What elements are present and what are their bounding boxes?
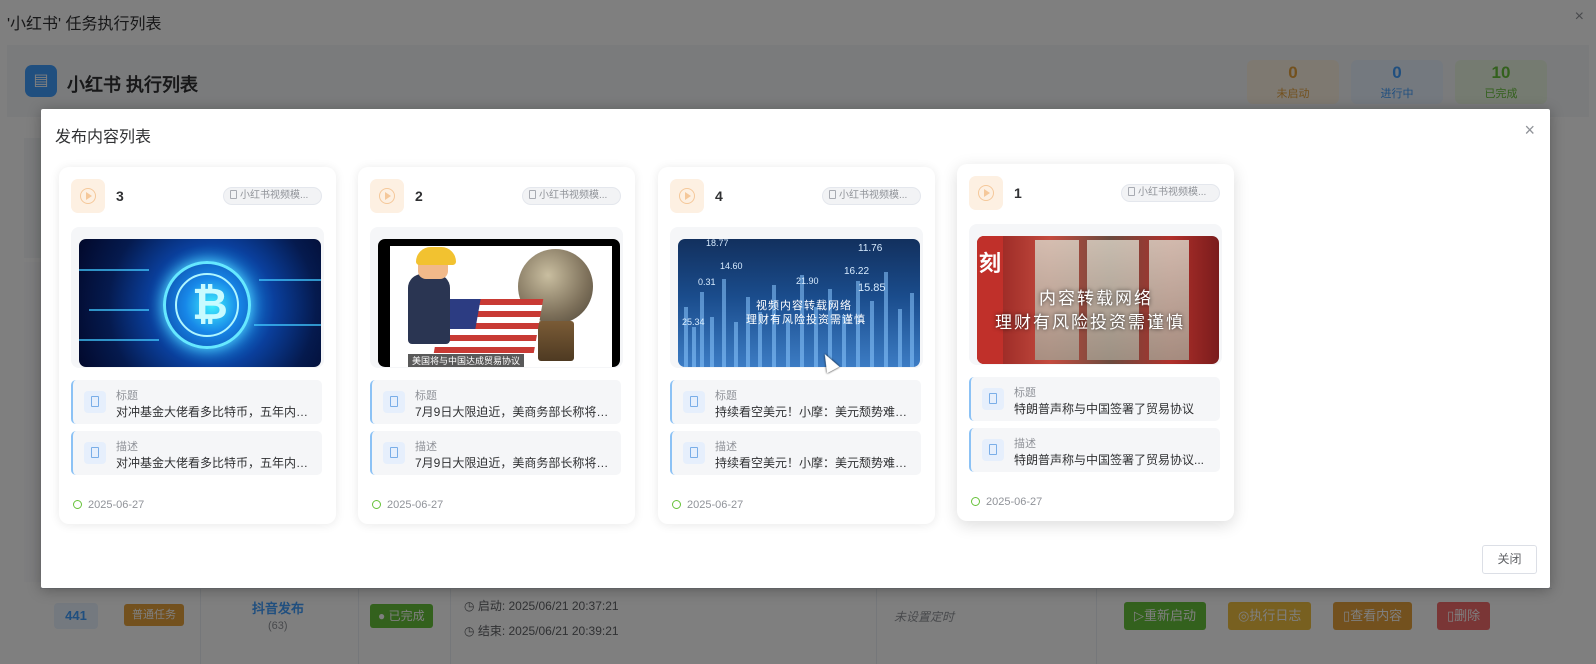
title-box: 标题 特朗普声称与中国签署了贸易协议 [969, 377, 1220, 421]
clock-icon [372, 500, 381, 509]
document-icon [84, 442, 106, 464]
stock-number: 15.85 [858, 282, 886, 294]
card-number: 1 [1014, 185, 1022, 201]
card-number: 3 [116, 188, 124, 204]
publish-content-dialog: 发布内容列表 × 3 小红书视频模... ₿ 标题 对冲基金大佬看多比特币，五年… [41, 109, 1550, 588]
description-value: 7月9日大限迫近，美商务部长称将与... [415, 456, 615, 470]
video-play-icon [71, 179, 105, 213]
video-thumbnail[interactable]: ₿ [71, 227, 324, 368]
dialog-title: 发布内容列表 [55, 129, 152, 146]
description-label: 描述 [715, 441, 737, 453]
bitcoin-image: ₿ [79, 239, 321, 367]
card-date: 2025-06-27 [73, 499, 144, 511]
stock-number: 14.60 [720, 261, 743, 271]
description-label: 描述 [116, 441, 138, 453]
date-text: 2025-06-27 [687, 499, 744, 511]
close-button[interactable]: 关闭 [1482, 545, 1537, 574]
document-icon [230, 190, 237, 199]
document-icon [982, 388, 1004, 410]
title-label: 标题 [715, 390, 737, 402]
document-icon [529, 190, 536, 199]
document-icon [683, 442, 705, 464]
stock-number: 18.77 [706, 239, 729, 248]
description-value: 持续看空美元！小摩：美元颓势难逆... [715, 456, 915, 470]
close-icon[interactable]: × [1524, 120, 1535, 141]
document-icon [683, 391, 705, 413]
document-icon [383, 391, 405, 413]
clock-icon [971, 497, 980, 506]
description-label: 描述 [1014, 438, 1036, 450]
image-overlay-text: 内容转载网络 [1039, 289, 1153, 309]
content-card[interactable]: 3 小红书视频模... ₿ 标题 对冲基金大佬看多比特币，五年内总... 描述 … [59, 167, 336, 524]
card-number: 4 [715, 188, 723, 204]
description-box: 描述 对冲基金大佬看多比特币，五年内总... [71, 431, 322, 475]
video-play-icon [670, 179, 704, 213]
video-play-icon [969, 176, 1003, 210]
title-value: 持续看空美元！小摩：美元颓势难逆... [715, 405, 915, 419]
title-value: 7月9日大限迫近，美商务部长称将与... [415, 405, 615, 419]
document-icon [1128, 187, 1135, 196]
title-value: 对冲基金大佬看多比特币，五年内总... [116, 405, 316, 419]
content-card[interactable]: 1 小红书视频模... 刻 内容转载网络 理财有风险投资需谨慎 标题 特朗普声称… [957, 164, 1234, 521]
card-date: 2025-06-27 [971, 496, 1042, 508]
video-thumbnail[interactable]: 18.77 14.60 0.31 21.90 11.76 16.22 15.85… [670, 227, 923, 368]
video-thumbnail[interactable]: 美国将与中国达成贸易协议 [370, 227, 623, 368]
title-box: 标题 对冲基金大佬看多比特币，五年内总... [71, 380, 322, 424]
title-value: 特朗普声称与中国签署了贸易协议 [1014, 402, 1195, 416]
description-value: 特朗普声称与中国签署了贸易协议... [1014, 453, 1205, 467]
template-badge: 小红书视频模... [822, 187, 921, 205]
content-card[interactable]: 4 小红书视频模... 18.77 14.60 0.31 21.90 11.76… [658, 167, 935, 524]
stock-number: 0.31 [698, 277, 716, 287]
bitcoin-icon: ₿ [192, 279, 228, 330]
video-thumbnail[interactable]: 刻 内容转载网络 理财有风险投资需谨慎 [969, 224, 1222, 365]
image-overlay-text: 理财有风险投资需谨慎 [995, 313, 1185, 333]
date-text: 2025-06-27 [387, 499, 444, 511]
card-date: 2025-06-27 [372, 499, 443, 511]
title-label: 标题 [116, 390, 138, 402]
stock-number: 21.90 [796, 276, 819, 286]
template-label: 小红书视频模... [839, 190, 908, 201]
title-label: 标题 [1014, 387, 1036, 399]
template-badge: 小红书视频模... [223, 187, 322, 205]
template-label: 小红书视频模... [240, 190, 309, 201]
clock-icon [73, 500, 82, 509]
date-text: 2025-06-27 [88, 499, 145, 511]
document-icon [383, 442, 405, 464]
document-icon [982, 439, 1004, 461]
description-box: 描述 持续看空美元！小摩：美元颓势难逆... [670, 431, 921, 475]
template-label: 小红书视频模... [1138, 187, 1207, 198]
stock-number: 11.76 [858, 243, 883, 254]
description-box: 描述 特朗普声称与中国签署了贸易协议... [969, 428, 1220, 472]
template-badge: 小红书视频模... [1121, 184, 1220, 202]
stock-number: 16.22 [844, 266, 870, 277]
video-play-icon [370, 179, 404, 213]
image-caption: 美国将与中国达成贸易协议 [408, 354, 525, 367]
template-label: 小红书视频模... [539, 190, 608, 201]
clock-icon [672, 500, 681, 509]
card-number: 2 [415, 188, 423, 204]
stock-chart-image: 18.77 14.60 0.31 21.90 11.76 16.22 15.85… [678, 239, 920, 367]
trump-cartoon-image: 美国将与中国达成贸易协议 [378, 239, 620, 367]
document-icon [829, 190, 836, 199]
image-overlay-text: 理财有风险投资需谨慎 [746, 313, 866, 326]
date-text: 2025-06-27 [986, 496, 1043, 508]
description-label: 描述 [415, 441, 437, 453]
description-box: 描述 7月9日大限迫近，美商务部长称将与... [370, 431, 621, 475]
document-icon [84, 391, 106, 413]
stock-number: 25.34 [682, 317, 705, 327]
template-badge: 小红书视频模... [522, 187, 621, 205]
title-label: 标题 [415, 390, 437, 402]
news-image: 刻 内容转载网络 理财有风险投资需谨慎 [977, 236, 1219, 364]
description-value: 对冲基金大佬看多比特币，五年内总... [116, 456, 316, 470]
content-card[interactable]: 2 小红书视频模... 美国将与中国达成贸易协议 标题 7月9日大限迫近，美商务… [358, 167, 635, 524]
card-date: 2025-06-27 [672, 499, 743, 511]
title-box: 标题 7月9日大限迫近，美商务部长称将与... [370, 380, 621, 424]
title-box: 标题 持续看空美元！小摩：美元颓势难逆... [670, 380, 921, 424]
